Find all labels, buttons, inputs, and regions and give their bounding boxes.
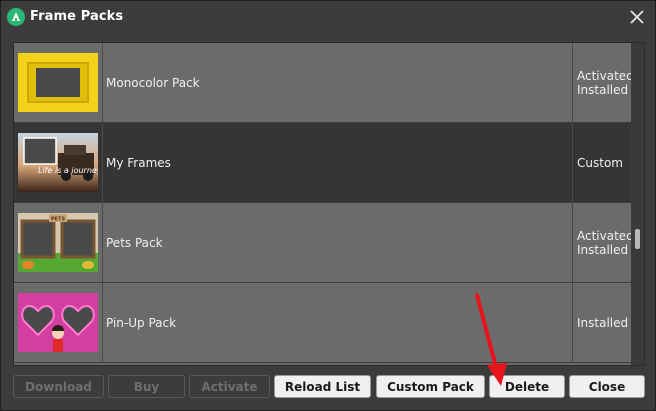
close-icon[interactable] xyxy=(629,9,645,25)
status-cell: Installed xyxy=(572,283,632,362)
custom-pack-button[interactable]: Custom Pack xyxy=(376,375,485,398)
reload-list-button[interactable]: Reload List xyxy=(274,375,371,398)
title-bar: Frame Packs xyxy=(1,1,655,33)
vertical-scrollbar[interactable] xyxy=(631,43,644,365)
delete-button[interactable]: Delete xyxy=(489,375,565,398)
window-title: Frame Packs xyxy=(30,9,124,24)
pack-rows: Monocolor Pack Activated Installed Life … xyxy=(14,43,634,365)
thumbnail-cell xyxy=(14,43,103,122)
pack-name: Pin-Up Pack xyxy=(106,316,177,330)
list-item[interactable]: PETS Pets Pack Activated Installed xyxy=(14,203,634,283)
list-item[interactable]: Monocolor Pack Activated Installed xyxy=(14,43,634,123)
frame-packs-dialog: Frame Packs Monocolor Pack Activated Ins… xyxy=(0,0,656,411)
close-button[interactable]: Close xyxy=(569,375,645,398)
thumbnail-cell: Life is a journey xyxy=(14,123,103,202)
thumbnail-cell xyxy=(14,283,103,362)
status-cell: Custom xyxy=(572,123,632,202)
list-item[interactable]: Pin-Up Pack Installed xyxy=(14,283,631,363)
frame-pack-list: Monocolor Pack Activated Installed Life … xyxy=(13,42,645,366)
status-cell: Activated Installed xyxy=(572,43,634,122)
activate-button[interactable]: Activate xyxy=(189,375,270,398)
download-button[interactable]: Download xyxy=(13,375,104,398)
pack-status-line: Installed xyxy=(577,315,629,330)
scrollbar-thumb[interactable] xyxy=(635,229,640,249)
pack-name: My Frames xyxy=(106,156,171,170)
list-item-selected[interactable]: Life is a journey My Frames Custom xyxy=(14,123,631,203)
pets-thumbnail: PETS xyxy=(18,213,98,272)
thumbnail-caption: Life is a journey xyxy=(38,166,98,175)
pack-status-line: Activated xyxy=(577,228,634,243)
my-frames-thumbnail: Life is a journey xyxy=(18,133,98,192)
app-logo-icon xyxy=(7,8,25,26)
pack-status-line: Installed xyxy=(577,82,629,97)
pin-up-thumbnail xyxy=(18,293,98,352)
pack-name: Pets Pack xyxy=(106,236,163,250)
buy-button[interactable]: Buy xyxy=(108,375,185,398)
pack-status-line: Activated xyxy=(577,68,634,83)
pack-name: Monocolor Pack xyxy=(106,76,200,90)
pack-status-line: Installed xyxy=(577,242,629,257)
monocolor-thumbnail xyxy=(18,53,98,112)
thumbnail-cell: PETS xyxy=(14,203,103,282)
thumbnail-caption: PETS xyxy=(51,217,65,223)
pack-status-line: Custom xyxy=(577,155,623,170)
status-cell: Activated Installed xyxy=(572,203,634,282)
